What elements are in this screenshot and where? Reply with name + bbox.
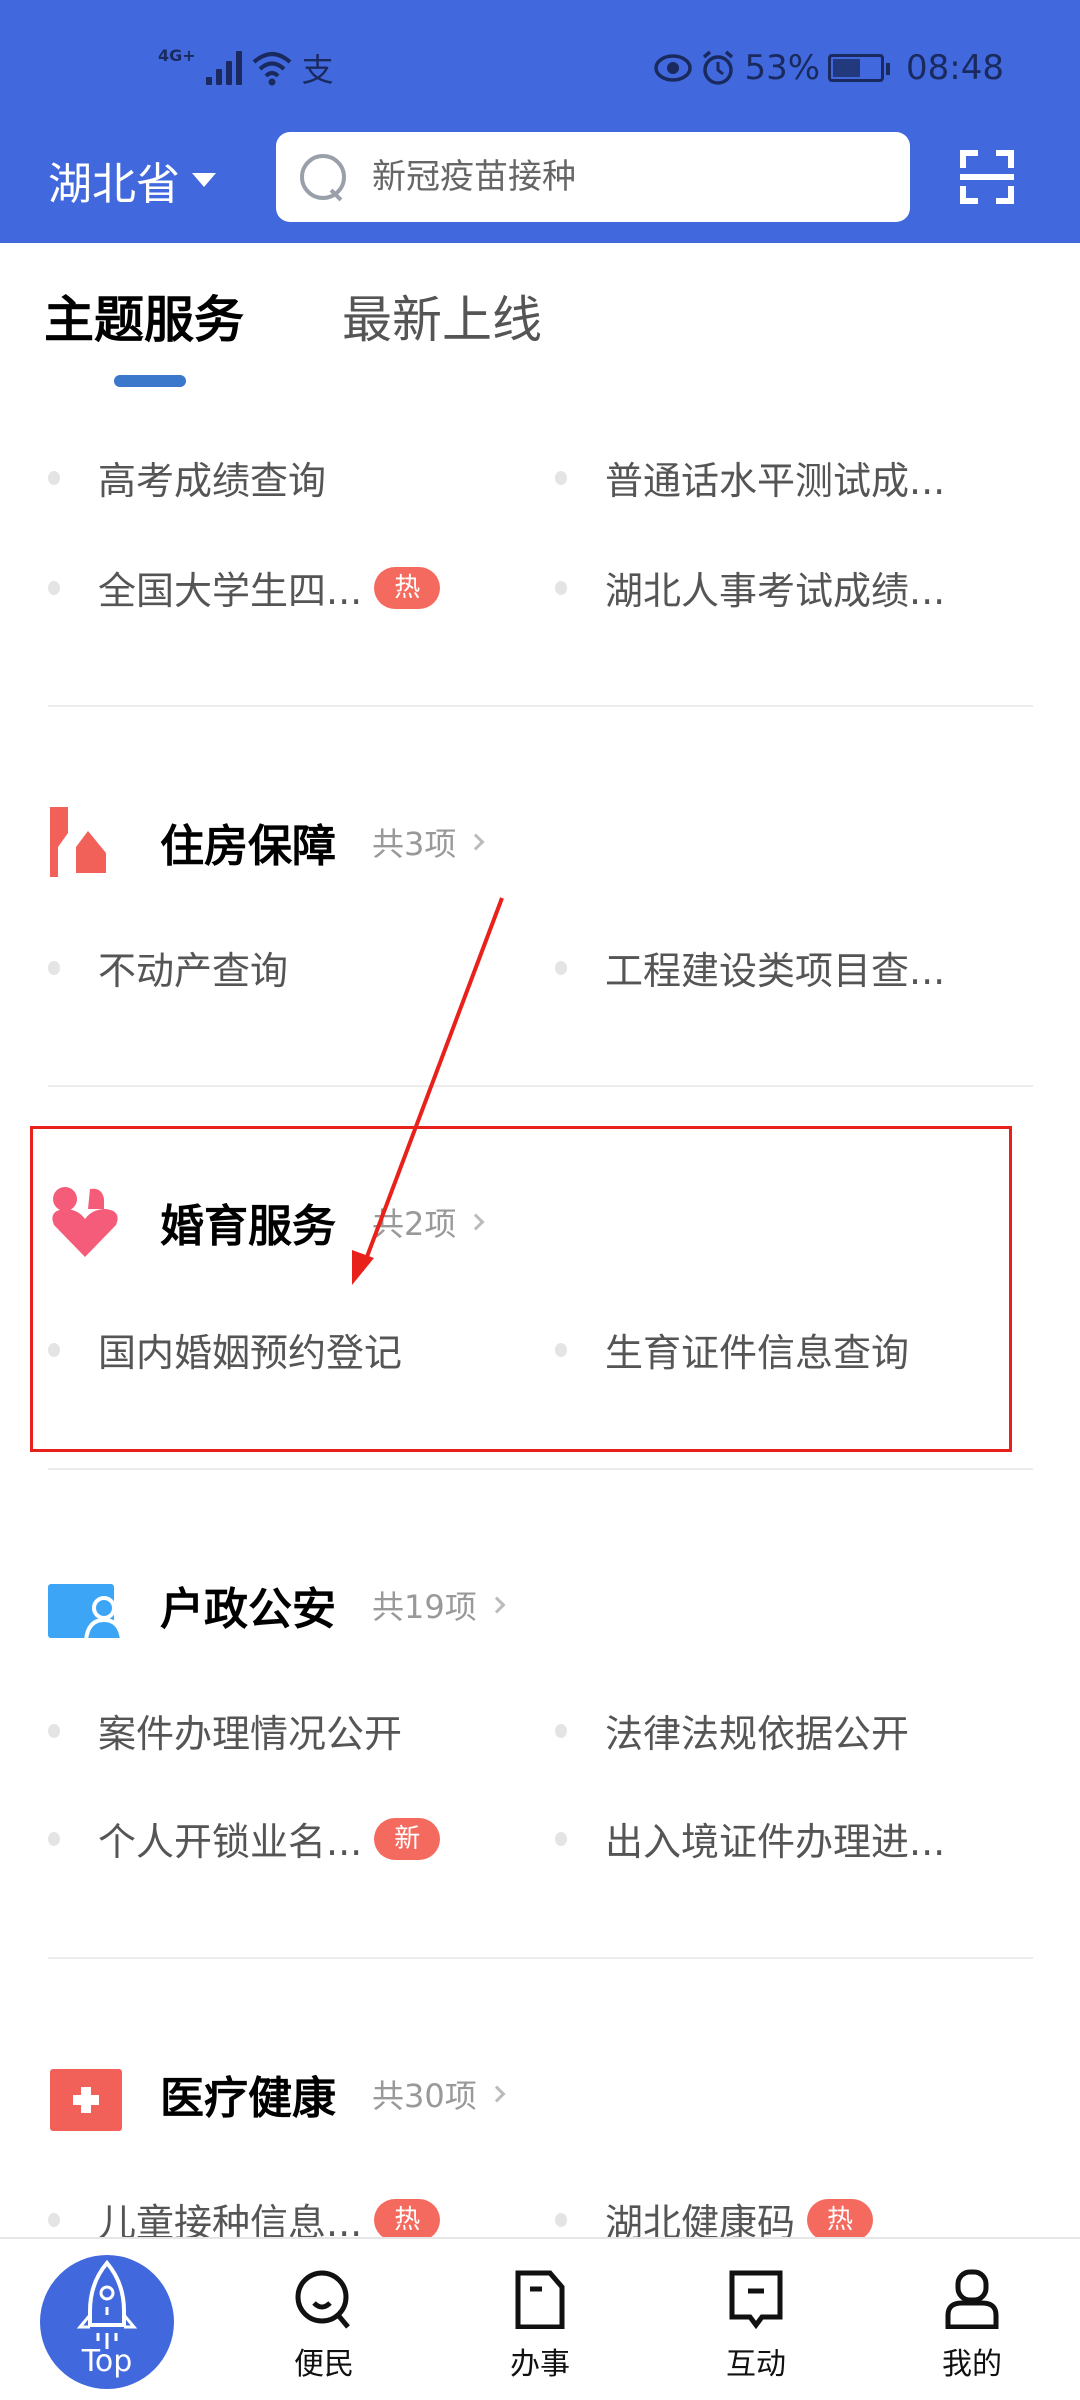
tab-theme-services[interactable]: 主题服务 <box>44 280 244 352</box>
new-badge: 新 <box>374 1817 441 1860</box>
section-header-housing[interactable]: 住房保障 共3项 <box>48 805 485 879</box>
list-item[interactable]: 生育证件信息查询 <box>555 1322 909 1377</box>
wifi-icon <box>252 52 291 86</box>
scan-icon <box>960 150 978 168</box>
bullet-icon <box>555 2212 567 2227</box>
annotation-highlight-box <box>30 1126 1012 1452</box>
convenience-icon <box>295 2270 350 2329</box>
couple-heart-icon <box>52 1187 118 1257</box>
document-icon <box>515 2270 565 2330</box>
chat-icon <box>729 2270 783 2330</box>
top-label: Top <box>81 2344 133 2379</box>
bullet-icon <box>48 1723 60 1738</box>
nav-interaction[interactable]: 互动 <box>696 2269 816 2383</box>
house-icon <box>50 807 106 877</box>
divider <box>48 705 1033 707</box>
bullet-icon <box>555 960 567 975</box>
section-header-medical[interactable]: 医疗健康 共30项 <box>48 2057 506 2131</box>
search-icon <box>300 154 346 200</box>
bullet-icon <box>555 470 567 485</box>
section-header-public-security[interactable]: 户政公安 共19项 <box>48 1568 506 1642</box>
hot-badge: 热 <box>374 566 441 609</box>
list-item[interactable]: 出入境证件办理进... <box>555 1811 945 1866</box>
divider <box>48 1957 1033 1959</box>
tab-latest-online[interactable]: 最新上线 <box>342 280 542 352</box>
chevron-right-icon <box>467 1213 485 1231</box>
list-item[interactable]: 国内婚姻预约登记 <box>48 1322 402 1377</box>
network-type: 4G+ <box>158 46 196 65</box>
nav-convenience[interactable]: 便民 <box>264 2269 384 2383</box>
list-item[interactable]: 湖北人事考试成绩... <box>555 560 945 615</box>
nav-affairs[interactable]: 办事 <box>480 2269 600 2383</box>
medical-cross-icon <box>50 2069 122 2131</box>
tab-bar: 主题服务 最新上线 <box>44 280 542 352</box>
chevron-right-icon <box>488 2085 506 2103</box>
list-item[interactable]: 个人开锁业名... 新 <box>48 1811 441 1866</box>
active-tab-indicator <box>114 375 186 387</box>
list-item[interactable]: 不动产查询 <box>48 940 288 995</box>
app-header: 4G+ 支 53% 08:48 湖北省 <box>0 0 1080 243</box>
caret-down-icon <box>192 173 216 187</box>
bottom-nav: Top 便民 办事 互动 我的 <box>0 2237 1080 2400</box>
list-item[interactable]: 全国大学生四... 热 <box>48 560 441 615</box>
back-to-top-button[interactable]: Top <box>40 2255 174 2389</box>
profile-icon <box>945 2269 999 2330</box>
signal-icon <box>205 51 242 85</box>
alipay-icon: 支 <box>301 51 334 89</box>
rocket-icon <box>76 2259 138 2349</box>
chevron-right-icon <box>467 833 485 851</box>
divider <box>48 1085 1033 1087</box>
bullet-icon <box>48 1342 60 1357</box>
list-item[interactable]: 工程建设类项目查... <box>555 940 945 995</box>
battery-percent: 53% <box>744 48 821 88</box>
province-selector[interactable]: 湖北省 <box>48 148 216 212</box>
province-label: 湖北省 <box>48 159 180 210</box>
divider <box>48 1468 1033 1470</box>
bullet-icon <box>48 580 60 595</box>
nav-mine[interactable]: 我的 <box>912 2269 1032 2383</box>
list-item[interactable]: 高考成绩查询 <box>48 450 326 505</box>
eye-icon <box>654 54 693 82</box>
bullet-icon <box>555 580 567 595</box>
search-bar[interactable] <box>276 132 910 222</box>
status-bar-right: 53% 08:48 <box>654 40 1004 96</box>
clock: 08:48 <box>906 48 1004 88</box>
bullet-icon <box>555 1342 567 1357</box>
bullet-icon <box>48 470 60 485</box>
list-item[interactable]: 法律法规依据公开 <box>555 1703 909 1758</box>
list-item[interactable]: 案件办理情况公开 <box>48 1703 402 1758</box>
hot-badge: 热 <box>807 2198 874 2241</box>
scan-qr-button[interactable] <box>960 150 1014 204</box>
status-bar-left: 4G+ 支 <box>158 40 334 96</box>
hot-badge: 热 <box>374 2198 441 2241</box>
search-input[interactable] <box>372 157 892 197</box>
bullet-icon <box>555 1723 567 1738</box>
person-card-icon <box>48 1584 122 1642</box>
battery-icon <box>828 54 891 82</box>
bullet-icon <box>48 960 60 975</box>
alarm-icon <box>703 50 734 85</box>
bullet-icon <box>48 1831 60 1846</box>
list-item[interactable]: 普通话水平测试成... <box>555 450 945 505</box>
chevron-right-icon <box>488 1596 506 1614</box>
bullet-icon <box>48 2212 60 2227</box>
section-header-marriage[interactable]: 婚育服务 共2项 <box>48 1185 485 1259</box>
bullet-icon <box>555 1831 567 1846</box>
